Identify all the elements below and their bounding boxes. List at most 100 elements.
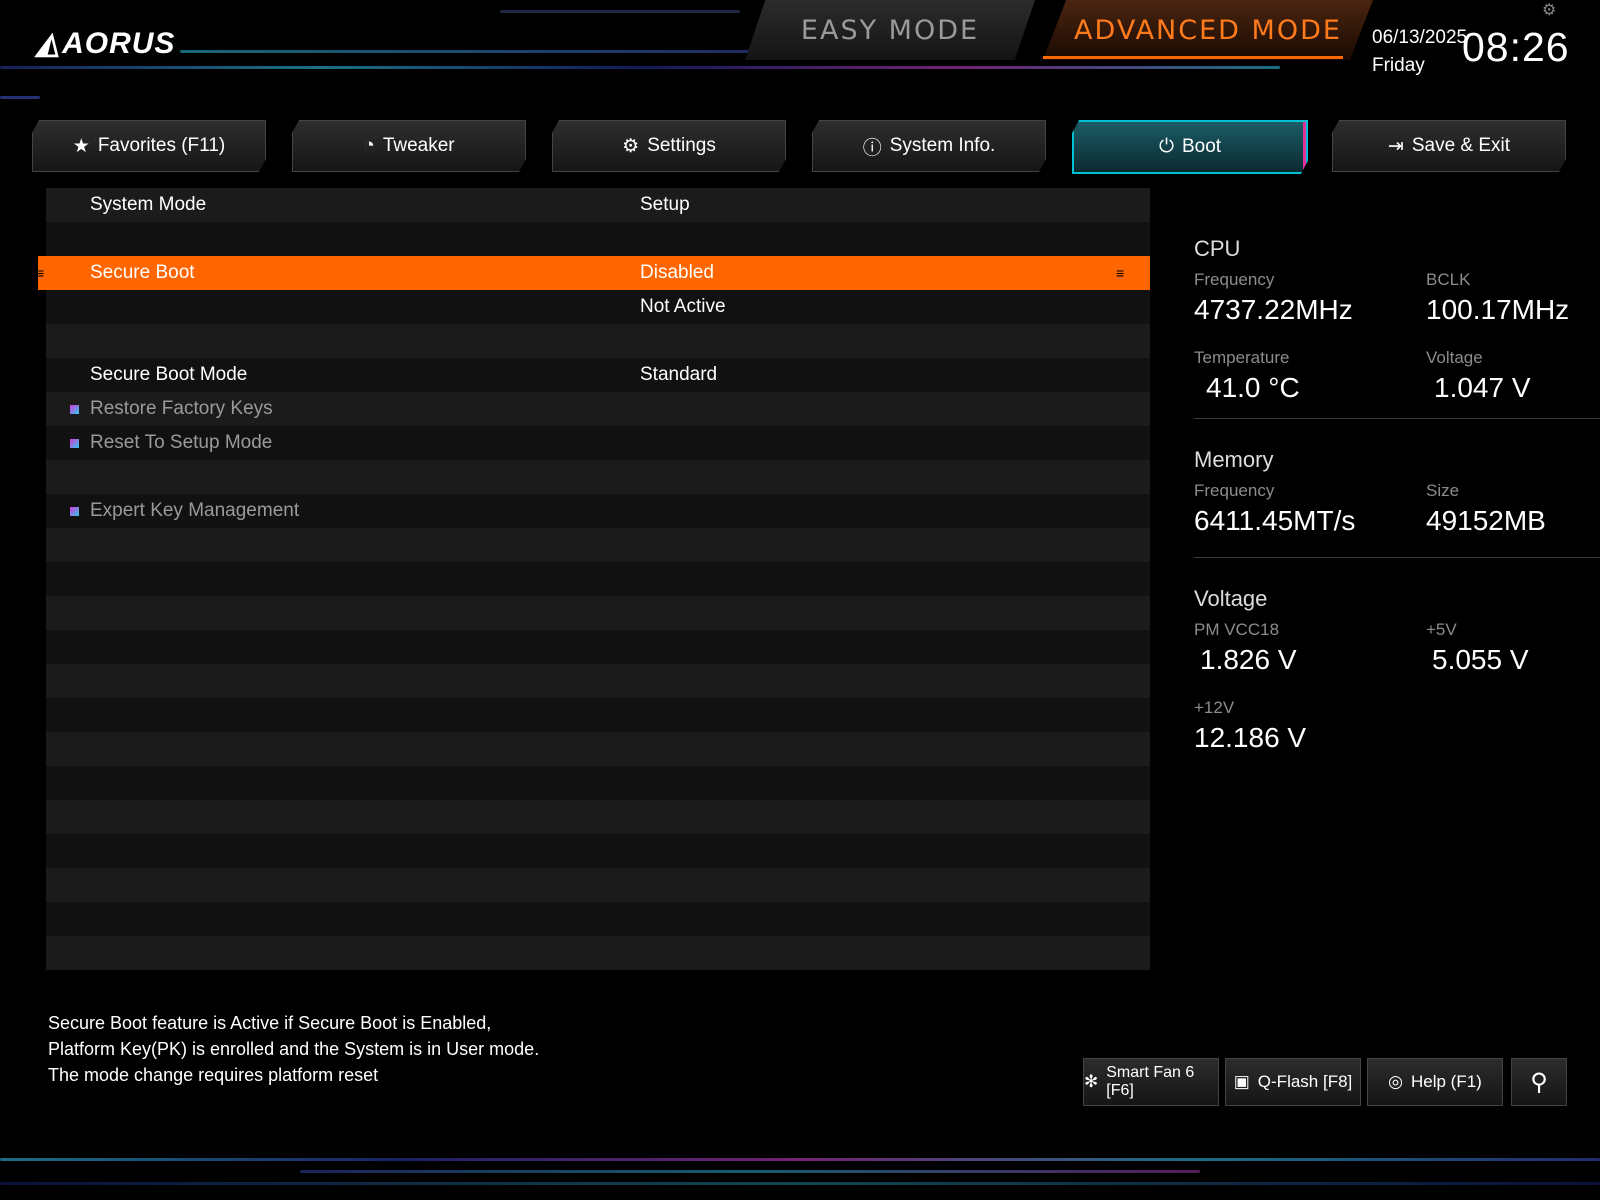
cpu-frequency-value: 4737.22MHz xyxy=(1194,294,1353,325)
bclk-label: BCLK xyxy=(1426,270,1471,289)
setting-row-expert-key-management[interactable]: Expert Key Management xyxy=(46,494,1150,528)
setting-value: Not Active xyxy=(640,296,726,317)
setting-row-secure-boot[interactable]: ≡ Secure Boot Disabled ≡ xyxy=(36,256,1150,290)
empty-row xyxy=(46,460,1150,494)
gear-icon: ⚙ xyxy=(622,135,640,157)
cpu-frequency-label: Frequency xyxy=(1194,270,1275,289)
cpu-temperature-value: 41.0 °C xyxy=(1206,372,1300,403)
empty-row xyxy=(46,800,1150,834)
smart-fan-button[interactable]: ✻ Smart Fan 6 [F6] xyxy=(1083,1058,1219,1106)
date-display: 06/13/2025 Friday xyxy=(1372,24,1467,80)
date-text: 06/13/2025 xyxy=(1372,27,1468,48)
setting-row-secure-boot-mode[interactable]: Secure Boot Mode Standard xyxy=(46,358,1150,392)
selection-marker-icon: ≡ xyxy=(36,265,45,281)
p5v-label: +5V xyxy=(1426,620,1457,639)
advanced-mode-label: ADVANCED MODE xyxy=(1074,14,1342,46)
setting-label: System Mode xyxy=(90,194,207,215)
memory-frequency-value: 6411.45MT/s xyxy=(1194,505,1356,536)
tab-label: Favorites (F11) xyxy=(97,135,226,156)
search-button[interactable]: ⚲ xyxy=(1511,1058,1567,1106)
empty-row xyxy=(46,834,1150,868)
hardware-info-panel: CPU Frequency 4737.22MHz BCLK 100.17MHz … xyxy=(1194,236,1600,762)
submenu-bullet-icon xyxy=(70,439,79,448)
help-line: Secure Boot feature is Active if Secure … xyxy=(48,1013,492,1033)
search-icon: ⚲ xyxy=(1530,1068,1548,1096)
empty-row xyxy=(46,936,1150,970)
empty-row xyxy=(46,596,1150,630)
setting-value[interactable]: Disabled xyxy=(640,256,714,290)
easy-mode-button[interactable]: EASY MODE xyxy=(745,0,1035,60)
bclk-value: 100.17MHz xyxy=(1426,294,1570,325)
setting-value: Setup xyxy=(640,194,690,215)
empty-row xyxy=(46,902,1150,936)
setting-row-system-mode[interactable]: System Mode Setup xyxy=(46,188,1150,222)
tab-save-exit[interactable]: ⇥ Save & Exit xyxy=(1332,120,1566,172)
help-button[interactable]: ◎ Help (F1) xyxy=(1367,1058,1503,1106)
memory-frequency-label: Frequency xyxy=(1194,481,1275,500)
tab-label: Boot xyxy=(1181,136,1222,157)
tab-label: Settings xyxy=(647,135,716,156)
help-line: Platform Key(PK) is enrolled and the Sys… xyxy=(48,1039,540,1059)
gear-icon[interactable]: ⚙ xyxy=(1542,0,1556,20)
setting-row-reset-to-setup-mode[interactable]: Reset To Setup Mode xyxy=(46,426,1150,460)
clock: 08:26 xyxy=(1462,24,1570,70)
power-icon: ⏻ xyxy=(1158,136,1174,157)
setting-row-restore-factory-keys[interactable]: Restore Factory Keys xyxy=(46,392,1150,426)
help-icon: ◎ xyxy=(1388,1072,1403,1091)
tab-tweaker[interactable]: ◔ Tweaker xyxy=(292,120,526,172)
empty-row xyxy=(46,528,1150,562)
advanced-mode-button[interactable]: ADVANCED MODE xyxy=(1043,0,1373,60)
memory-stats: Frequency 6411.45MT/s Size 49152MB xyxy=(1194,473,1600,551)
empty-row xyxy=(46,562,1150,596)
cpu-temperature-label: Temperature xyxy=(1194,348,1290,367)
memory-size-label: Size xyxy=(1426,481,1460,500)
smart-fan-label: Smart Fan 6 [F6] xyxy=(1106,1064,1195,1099)
tab-boot[interactable]: ⏻ Boot xyxy=(1072,120,1308,174)
header-stripe xyxy=(180,50,780,53)
info-icon: ⓘ xyxy=(862,137,882,159)
header-stripe xyxy=(500,10,740,13)
setting-value[interactable]: Standard xyxy=(640,358,717,392)
day-text: Friday xyxy=(1372,55,1425,76)
exit-icon: ⇥ xyxy=(1387,135,1404,157)
empty-row xyxy=(46,630,1150,664)
tab-favorites[interactable]: ★ Favorites (F11) xyxy=(32,120,266,172)
cpu-voltage-label: Voltage xyxy=(1426,348,1483,367)
voltage-section-title: Voltage xyxy=(1194,586,1268,611)
submenu-bullet-icon xyxy=(70,507,79,516)
fan-icon: ✻ xyxy=(1084,1072,1099,1091)
tab-label: Tweaker xyxy=(382,135,455,156)
main-tabs: ★ Favorites (F11) ◔ Tweaker ⚙ Settings ⓘ… xyxy=(32,120,1572,174)
header-stripe xyxy=(0,96,40,99)
chip-icon: ▣ xyxy=(1233,1072,1250,1091)
empty-row xyxy=(46,698,1150,732)
help-label: Help (F1) xyxy=(1410,1072,1482,1091)
divider xyxy=(1194,557,1600,558)
cpu-voltage-value: 1.047 V xyxy=(1434,372,1531,403)
setting-label: Reset To Setup Mode xyxy=(90,432,273,453)
setting-label: Secure Boot Mode xyxy=(90,364,248,385)
aorus-logo: ◭AORUS xyxy=(36,27,176,60)
empty-row xyxy=(46,664,1150,698)
empty-row xyxy=(46,324,1150,358)
p12v-value: 12.186 V xyxy=(1194,722,1307,753)
footer-decoration xyxy=(0,1140,1600,1200)
eagle-icon: ◭ xyxy=(36,27,61,60)
setting-label: Secure Boot xyxy=(90,262,195,283)
setting-row-secure-boot-status: Not Active xyxy=(46,290,1150,324)
top-bar: ◭AORUS EASY MODE ADVANCED MODE 06/13/202… xyxy=(0,0,1600,110)
tab-system-info[interactable]: ⓘ System Info. xyxy=(812,120,1046,172)
footer-stripe xyxy=(0,1158,1600,1161)
cpu-stats: Frequency 4737.22MHz BCLK 100.17MHz Temp… xyxy=(1194,262,1600,412)
p5v-value: 5.055 V xyxy=(1432,644,1529,675)
divider xyxy=(1194,418,1600,419)
tab-settings[interactable]: ⚙ Settings xyxy=(552,120,786,172)
tab-label: Save & Exit xyxy=(1411,135,1511,156)
speedometer-icon: ◔ xyxy=(363,135,375,156)
boot-settings-list: System Mode Setup ≡ Secure Boot Disabled… xyxy=(36,188,1150,970)
tab-label: System Info. xyxy=(889,135,996,156)
memory-size-value: 49152MB xyxy=(1426,505,1546,536)
footer-stripe xyxy=(300,1170,1200,1173)
qflash-button[interactable]: ▣ Q-Flash [F8] xyxy=(1225,1058,1361,1106)
setting-label: Restore Factory Keys xyxy=(90,398,273,419)
